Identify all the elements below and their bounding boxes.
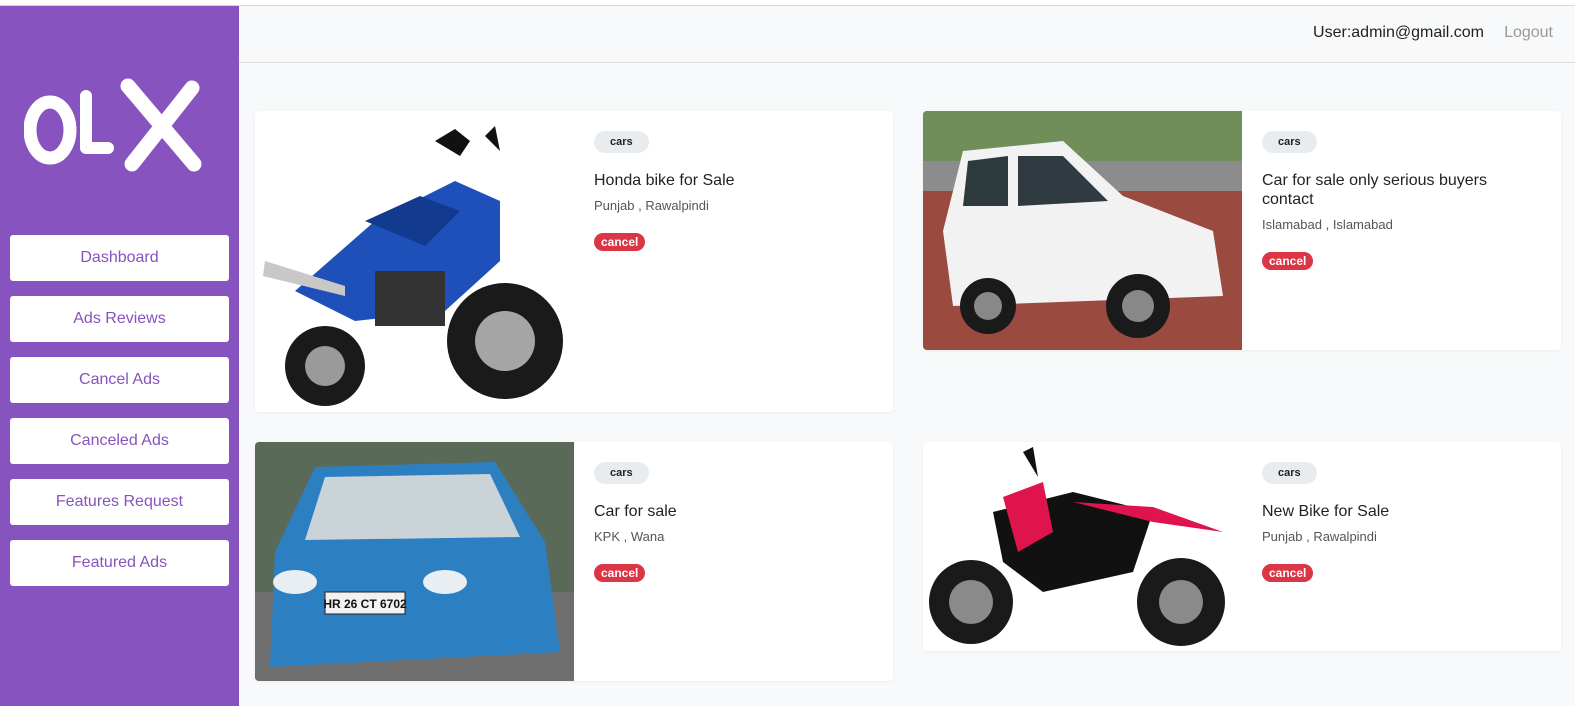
ad-details: cars Honda bike for Sale Punjab , Rawalp… bbox=[594, 131, 873, 251]
category-badge: cars bbox=[594, 462, 649, 484]
ad-card[interactable]: cars Honda bike for Sale Punjab , Rawalp… bbox=[255, 111, 893, 412]
sidebar-nav: Dashboard Ads Reviews Cancel Ads Cancele… bbox=[10, 235, 229, 601]
ad-details: cars New Bike for Sale Punjab , Rawalpin… bbox=[1262, 462, 1541, 582]
sidebar-item-dashboard[interactable]: Dashboard bbox=[10, 235, 229, 281]
sidebar-item-features-request[interactable]: Features Request bbox=[10, 479, 229, 525]
ad-image-white-car bbox=[923, 111, 1242, 350]
sidebar: Dashboard Ads Reviews Cancel Ads Cancele… bbox=[0, 6, 239, 706]
category-badge: cars bbox=[594, 131, 649, 153]
top-header: User:admin@gmail.com Logout bbox=[239, 6, 1575, 63]
cancel-button[interactable]: cancel bbox=[594, 233, 646, 251]
ad-title[interactable]: Car for sale bbox=[594, 502, 873, 521]
sidebar-item-cancel-ads[interactable]: Cancel Ads bbox=[10, 357, 229, 403]
ad-title[interactable]: Honda bike for Sale bbox=[594, 171, 873, 190]
ad-card[interactable]: cars New Bike for Sale Punjab , Rawalpin… bbox=[923, 442, 1561, 651]
ad-card[interactable]: cars Car for sale only serious buyers co… bbox=[923, 111, 1561, 350]
ad-location: Islamabad , Islamabad bbox=[1262, 217, 1393, 232]
olx-logo[interactable] bbox=[24, 74, 210, 174]
svg-text:HR 26 CT 6702: HR 26 CT 6702 bbox=[323, 597, 407, 611]
current-user-label: User:admin@gmail.com bbox=[1313, 24, 1484, 41]
logout-link[interactable]: Logout bbox=[1504, 24, 1553, 42]
ad-card[interactable]: HR 26 CT 6702 cars Car for sale KPK , Wa… bbox=[255, 442, 893, 681]
ad-title[interactable]: New Bike for Sale bbox=[1262, 502, 1541, 521]
cancel-button[interactable]: cancel bbox=[1262, 252, 1314, 270]
ad-location: Punjab , Rawalpindi bbox=[1262, 529, 1377, 544]
sidebar-item-ads-reviews[interactable]: Ads Reviews bbox=[10, 296, 229, 342]
ad-image-sport-bike bbox=[923, 442, 1242, 651]
ad-image-blue-car: HR 26 CT 6702 bbox=[255, 442, 574, 681]
ad-location: Punjab , Rawalpindi bbox=[594, 198, 709, 213]
sidebar-item-canceled-ads[interactable]: Canceled Ads bbox=[10, 418, 229, 464]
ad-details: cars Car for sale only serious buyers co… bbox=[1262, 131, 1541, 270]
ad-title[interactable]: Car for sale only serious buyers contact bbox=[1262, 171, 1541, 209]
ad-image-motorcycle bbox=[255, 111, 574, 412]
cancel-button[interactable]: cancel bbox=[594, 564, 646, 582]
ad-location: KPK , Wana bbox=[594, 529, 665, 544]
ad-details: cars Car for sale KPK , Wana cancel bbox=[594, 462, 873, 582]
category-badge: cars bbox=[1262, 462, 1317, 484]
cancel-button[interactable]: cancel bbox=[1262, 564, 1314, 582]
sidebar-item-featured-ads[interactable]: Featured Ads bbox=[10, 540, 229, 586]
category-badge: cars bbox=[1262, 131, 1317, 153]
